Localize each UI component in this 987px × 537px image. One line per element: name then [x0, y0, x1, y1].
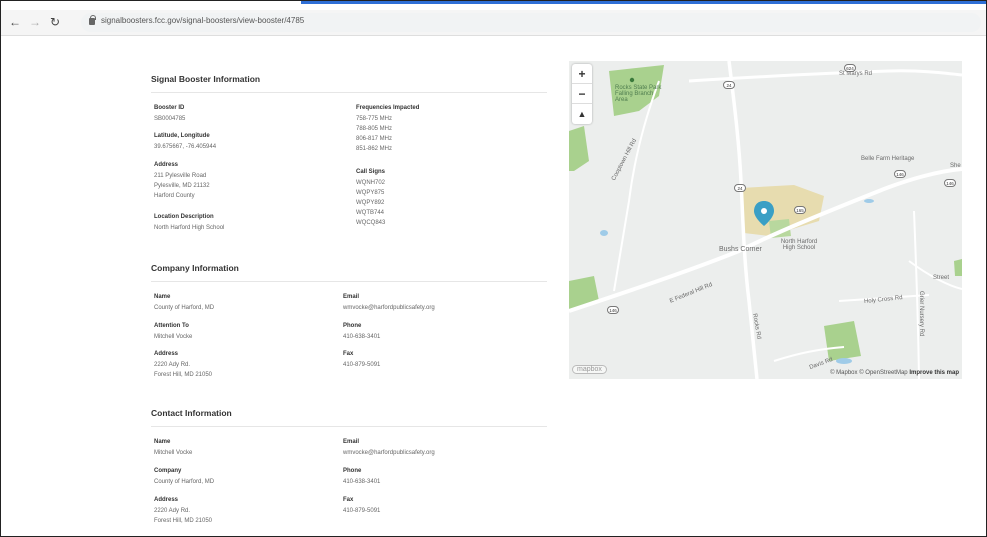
route-624-shield: 624 — [844, 64, 856, 72]
map-attribution: © Mapbox © OpenStreetMap Improve this ma… — [830, 370, 959, 376]
map-label-street: Street — [933, 275, 950, 281]
route-165-shield: 165 — [794, 206, 806, 214]
location-pin-center — [761, 208, 767, 214]
map-label-belle-farm: Belle Farm Heritage — [861, 156, 915, 162]
osm-attribution-link[interactable]: © OpenStreetMap — [859, 370, 907, 376]
park-area-west — [569, 126, 589, 171]
zoom-out-button[interactable]: − — [572, 84, 592, 104]
booster-map[interactable]: + − ▲ Rocks State Park Falling Branch Ar… — [569, 61, 962, 379]
route-24-shield-south: 24 — [734, 184, 746, 192]
reload-icon[interactable]: ↻ — [47, 14, 63, 30]
browser-window: ← → ↻ signalboosters.fcc.gov/signal-boos… — [0, 0, 987, 537]
map-label-st-marys: St Marys Rd — [839, 71, 873, 77]
mapbox-logo[interactable]: mapbox — [572, 365, 607, 374]
map-label-she: She — [950, 163, 961, 169]
route-146-shield-west: 146 — [607, 306, 619, 314]
url-field[interactable]: signalboosters.fcc.gov/signal-boosters/v… — [81, 13, 981, 32]
mapbox-attribution-link[interactable]: © Mapbox — [830, 370, 857, 376]
company-email-field: Email wmvocke@harfordpublicsafety.org — [343, 294, 435, 313]
zoom-in-button[interactable]: + — [572, 64, 592, 84]
loading-bar — [301, 1, 986, 4]
contact-name-field: Name Mitchell Vocke — [154, 439, 193, 456]
url-text: signalboosters.fcc.gov/signal-boosters/v… — [101, 16, 305, 25]
map-label-grier: Grier Nursery Rd — [918, 291, 924, 337]
park-tree-icon — [629, 77, 635, 83]
latlng-field: Latitude, Longitude 39.675667, -76.40594… — [154, 133, 217, 150]
location-description-field: Location Description North Harford High … — [154, 214, 225, 231]
back-arrow-icon[interactable]: ← — [7, 14, 23, 30]
address-bar: ← → ↻ signalboosters.fcc.gov/signal-boos… — [1, 10, 986, 36]
park-area-east — [954, 259, 962, 276]
lock-icon — [89, 15, 96, 25]
contact-address-field: Address 2220 Ady Rd. Forest Hill, MD 210… — [154, 497, 213, 524]
route-146-shield-far-east: 146 — [944, 179, 956, 187]
compass-button[interactable]: ▲ — [572, 104, 592, 124]
forward-arrow-icon[interactable]: → — [27, 14, 43, 30]
booster-address-field: Address 211 Pylesville Road Pylesville, … — [154, 162, 210, 199]
company-email-link[interactable]: wmvocke@harfordpublicsafety.org — [343, 303, 435, 313]
company-name-field: Name County of Harford, MD — [154, 294, 215, 311]
company-fax-field: Fax 410-879-5091 — [343, 351, 381, 368]
tab-strip — [1, 1, 986, 10]
callsigns-field: Call Signs WQNH702 WQPY875 WQPY892 WQTB7… — [356, 169, 386, 226]
contact-company-field: Company County of Harford, MD — [154, 468, 215, 485]
park-area-south — [824, 321, 861, 361]
water-south — [836, 358, 852, 364]
company-attention-field: Attention To Mitchell Vocke — [154, 323, 193, 340]
route-146-shield-east: 146 — [894, 170, 906, 178]
map-label-school: North Harford High School — [780, 239, 818, 251]
booster-id-field: Booster ID SB0004785 — [154, 105, 186, 122]
company-section-title: Company Information — [151, 263, 547, 282]
contact-phone-field: Phone 410-638-3401 — [343, 468, 381, 485]
contact-fax-field: Fax 410-879-5091 — [343, 497, 381, 514]
map-zoom-controls: + − ▲ — [572, 64, 592, 124]
map-label-park: Rocks State Park Falling Branch Area — [615, 85, 662, 103]
improve-map-link[interactable]: Improve this map — [909, 370, 959, 376]
route-24-shield-north: 24 — [723, 81, 735, 89]
booster-section-title: Signal Booster Information — [151, 74, 547, 93]
contact-email-field: Email wmvocke@harfordpublicsafety.org — [343, 439, 435, 458]
map-label-bushs-corner: Bushs Corner — [719, 246, 762, 253]
water-west — [600, 230, 608, 236]
contact-email-link[interactable]: wmvocke@harfordpublicsafety.org — [343, 448, 435, 458]
company-phone-field: Phone 410-638-3401 — [343, 323, 381, 340]
company-address-field: Address 2220 Ady Rd. Forest Hill, MD 210… — [154, 351, 213, 378]
water-east — [864, 199, 874, 203]
frequencies-field: Frequencies Impacted 758-775 MHz 788-805… — [356, 105, 420, 152]
contact-section-title: Contact Information — [151, 408, 547, 427]
map-canvas — [569, 61, 962, 379]
